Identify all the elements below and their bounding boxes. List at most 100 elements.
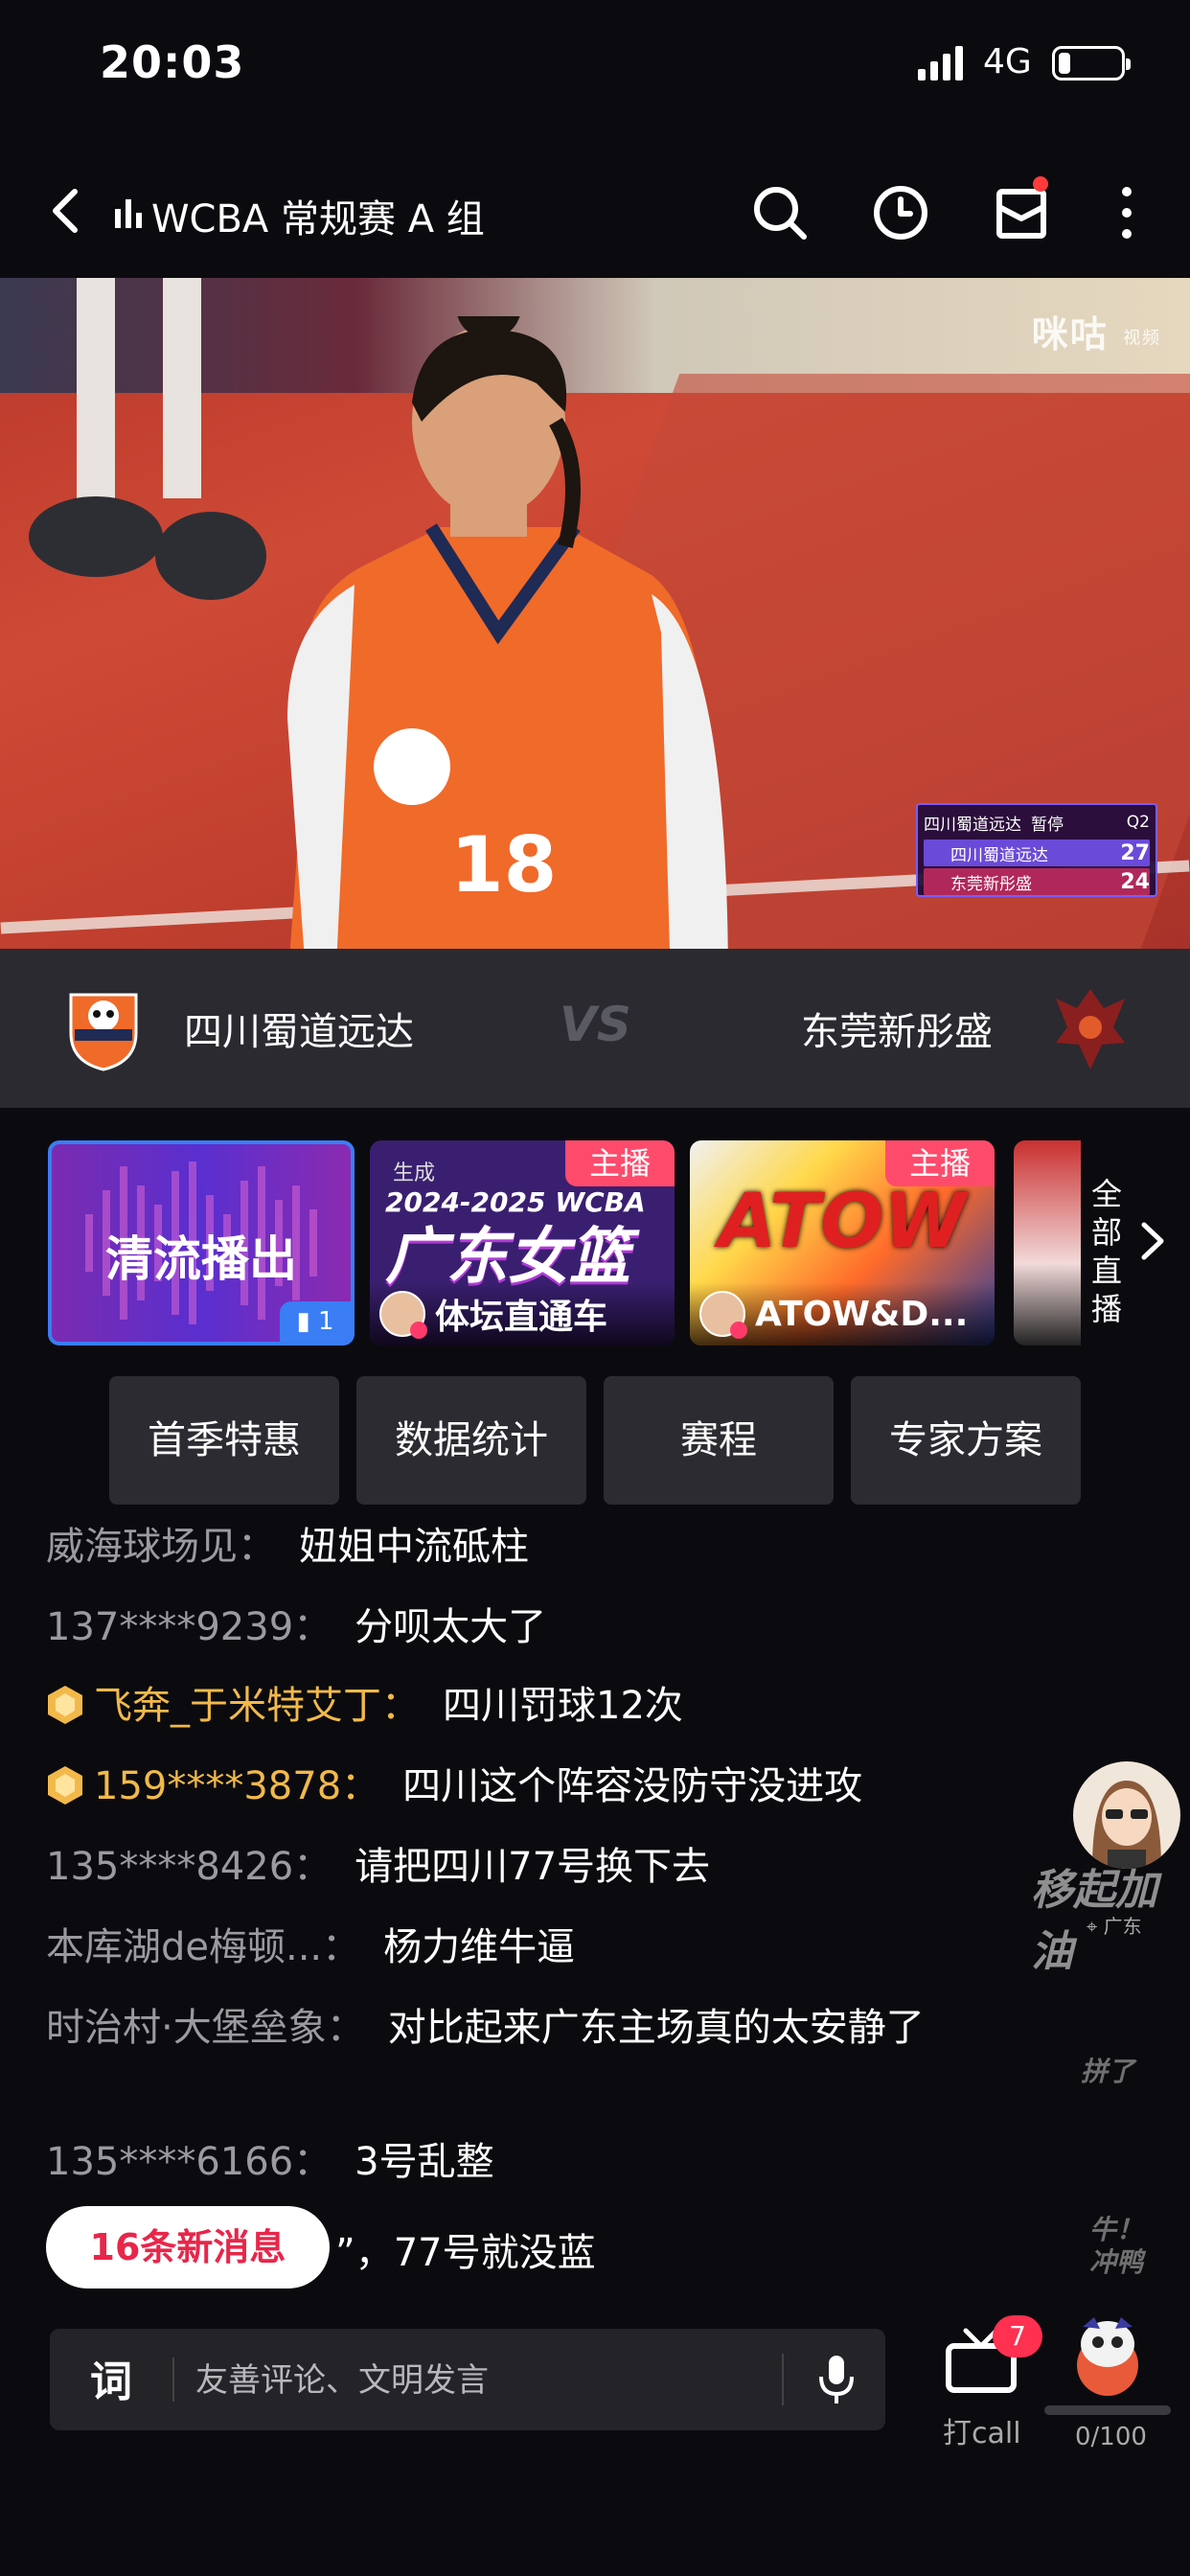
comment-text: 请把四川77号换下去: [355, 1845, 711, 1889]
viewer-count-badge: ▮ 1: [280, 1301, 351, 1342]
comment-user[interactable]: 135****8426：: [46, 1845, 332, 1889]
network-type: 4G: [983, 42, 1032, 81]
comment-item: 135****8426： 请把四川77号换下去: [46, 1840, 710, 1894]
stream-card-anchor[interactable]: ATOW 主播 ATOW&D...: [690, 1140, 995, 1346]
divider: [782, 2354, 784, 2405]
comment-text: 3号乱整: [355, 2140, 494, 2184]
comment-item: 137****9239： 分呗太大了: [46, 1600, 546, 1654]
chevron-right-icon[interactable]: [1134, 1217, 1173, 1265]
search-icon[interactable]: [751, 184, 809, 242]
cheer-sticker[interactable]: 牛！冲鸭: [1083, 2214, 1150, 2279]
battery-icon: [1052, 46, 1131, 80]
comment-item: 本库湖de梅顿...： 杨力维牛逼: [46, 1920, 575, 1974]
comment-text: 杨力维牛逼: [383, 1925, 576, 1969]
schedule-button[interactable]: 赛程: [604, 1376, 834, 1505]
stream-card-partial[interactable]: [1014, 1140, 1081, 1346]
comment-text: 四川罚球12次: [443, 1684, 683, 1728]
comment-text: 妞姐中流砥柱: [299, 1525, 529, 1569]
comment-text: 四川这个阵容没防守没进攻: [402, 1764, 863, 1808]
stats-button[interactable]: 数据统计: [356, 1376, 586, 1505]
match-teams-bar: 四川蜀道远达 VS 东莞新彤盛: [0, 949, 1190, 1108]
page-title[interactable]: WCBA 常规赛 A 组: [151, 188, 485, 243]
vs-label: VS: [560, 997, 631, 1052]
comment-input-bar: 词: [50, 2329, 885, 2430]
comment-user[interactable]: 137****9239：: [46, 1605, 332, 1649]
comment-text-partial: ”，77号就没蓝: [335, 2231, 596, 2275]
stream-label: 清流播出: [105, 1231, 297, 1287]
scoreboard: 四川蜀道远达 暂停 Q2 四川蜀道远达 27 东莞新彤盛 24: [916, 803, 1157, 897]
scoreboard-team-score: 27: [1120, 840, 1150, 865]
status-bar: 20:03 4G: [0, 0, 1190, 134]
scoreboard-team-name: 四川蜀道远达: [950, 845, 1048, 865]
dacall-label[interactable]: 打call: [943, 2409, 1021, 2451]
thumb-subtitle: 生成: [393, 1162, 436, 1185]
comment-item: 时治村·大堡垒象： 对比起来广东主场真的太安静了: [46, 2001, 927, 2055]
svg-text:词: 词: [90, 2358, 132, 2404]
new-messages-button[interactable]: 16条新消息: [46, 2206, 330, 2288]
thumb-title: ATOW: [719, 1179, 967, 1265]
stream-card-anchor[interactable]: 生成 2024-2025 WCBA 广东女篮 主播 体坛直通车: [370, 1140, 675, 1346]
all-live-link[interactable]: 全部直播: [1081, 1175, 1133, 1328]
comment-text: 分呗太大了: [355, 1605, 547, 1649]
comment-item: 159****3878： 四川这个阵容没防守没进攻: [46, 1760, 862, 1813]
anchor-avatar: [699, 1291, 747, 1339]
stream-card-official[interactable]: 清流播出 ▮ 1: [48, 1140, 355, 1346]
comment-text: 对比起来广东主场真的太安静了: [387, 2006, 925, 2050]
comment-input[interactable]: [195, 2354, 751, 2407]
vip-badge-icon: [48, 1766, 82, 1805]
home-team-logo[interactable]: [63, 985, 144, 1071]
comment-user[interactable]: 飞奔_于米特艾丁：: [94, 1684, 420, 1728]
anchor-name: 体坛直通车: [435, 1298, 608, 1337]
vip-badge-icon: [48, 1686, 82, 1724]
scoreboard-period: Q2: [1126, 813, 1150, 832]
cheer-avatar[interactable]: [1073, 1761, 1180, 1869]
anchor-badge: 主播: [885, 1140, 995, 1186]
migu-watermark: 咪咕 视频: [1031, 313, 1161, 356]
anchor-name: ATOW&D...: [755, 1294, 969, 1334]
away-team-name[interactable]: 东莞新彤盛: [801, 1000, 993, 1056]
comment-user[interactable]: 135****6166：: [46, 2140, 332, 2184]
scoreboard-status: 暂停: [1031, 815, 1064, 835]
anchor-badge: 主播: [565, 1140, 675, 1186]
divider: [172, 2358, 174, 2402]
stream-list: 清流播出 ▮ 1 生成 2024-2025 WCBA 广东女篮 主播 体坛直通车…: [0, 1137, 1190, 1349]
back-arrow-icon[interactable]: [46, 186, 84, 236]
energy-progress-bar: [1044, 2405, 1171, 2415]
comment-user[interactable]: 本库湖de梅顿...：: [46, 1925, 360, 1969]
notification-dot: [1033, 176, 1048, 192]
quick-actions: 首季特惠 数据统计 赛程 专家方案: [0, 1376, 1190, 1506]
scoreboard-team-score: 24: [1120, 869, 1150, 894]
ranking-icon: [115, 199, 142, 228]
signal-icon: [918, 46, 963, 80]
battery-level: [1059, 53, 1071, 74]
energy-label: 0/100: [1075, 2423, 1147, 2451]
status-time: 20:03: [100, 36, 245, 88]
player-image: 18: [287, 316, 728, 949]
away-team-logo[interactable]: [1050, 985, 1131, 1071]
message-box-icon[interactable]: [993, 184, 1050, 242]
cheer-sticker[interactable]: 拼了: [1081, 2051, 1134, 2089]
scoreboard-team-name: 东莞新彤盛: [950, 874, 1032, 894]
comment-item: 飞奔_于米特艾丁： 四川罚球12次: [46, 1679, 683, 1733]
video-player[interactable]: 18 咪咕 视频 四川蜀道远达 暂停 Q2 四川蜀道远达 27 东莞新彤盛 24: [0, 278, 1190, 949]
home-team-name[interactable]: 四川蜀道远达: [184, 1000, 414, 1056]
anchor-avatar: [379, 1291, 427, 1339]
referee-legs-image: [29, 278, 266, 600]
svg-text:18: 18: [450, 820, 557, 909]
first-season-offer-button[interactable]: 首季特惠: [109, 1376, 339, 1505]
header: WCBA 常规赛 A 组: [0, 163, 1190, 259]
comment-user[interactable]: 威海球场见：: [46, 1525, 276, 1569]
microphone-icon[interactable]: [814, 2352, 858, 2407]
comment-item: 135****6166： 3号乱整: [46, 2135, 494, 2189]
location-label: ⌖ 广东: [1087, 1915, 1142, 1938]
expert-plan-button[interactable]: 专家方案: [851, 1376, 1081, 1505]
comment-item: 威海球场见： 妞姐中流砥柱: [46, 1520, 529, 1574]
history-clock-icon[interactable]: [872, 184, 929, 242]
more-options-icon[interactable]: [1098, 184, 1156, 242]
word-cloud-icon[interactable]: 词: [88, 2356, 136, 2404]
comment-user[interactable]: 159****3878：: [94, 1764, 379, 1808]
scoreboard-home-label: 四川蜀道远达: [924, 815, 1021, 835]
dacall-count-badge: 7: [993, 2315, 1042, 2358]
comment-user[interactable]: 时治村·大堡垒象：: [46, 2006, 365, 2050]
mascot-icon[interactable]: [1065, 2312, 1150, 2404]
